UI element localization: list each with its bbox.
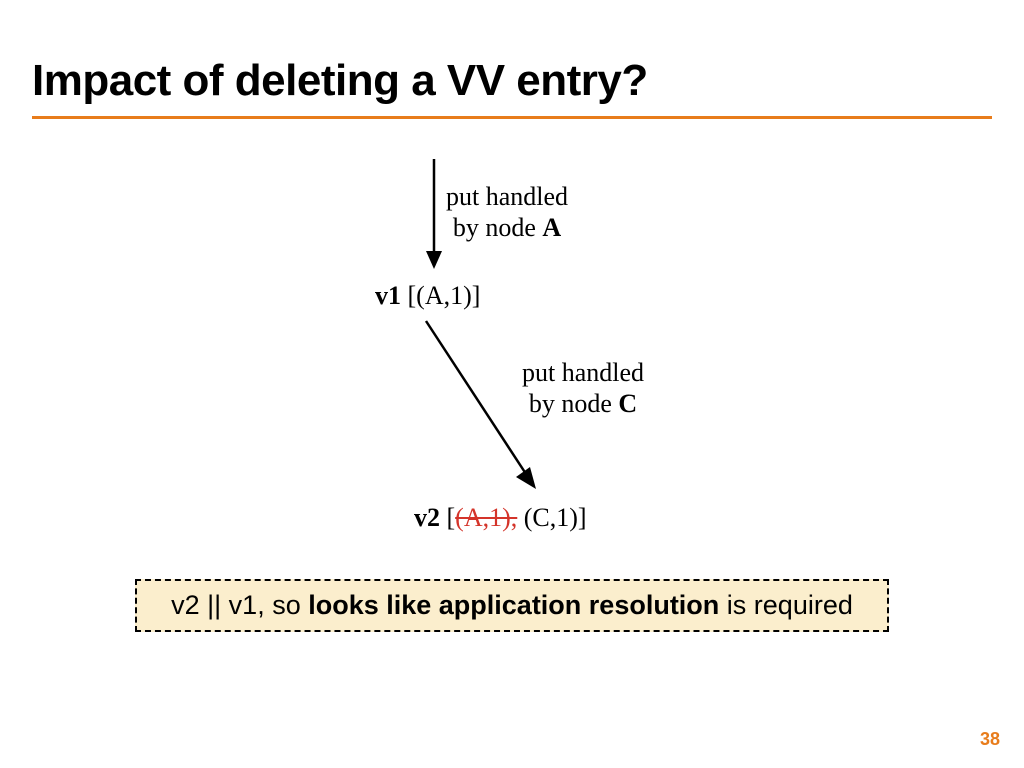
label-put-a-line1: put handled (446, 182, 568, 211)
label-put-c: put handled by node C (522, 357, 644, 419)
page-number: 38 (980, 729, 1000, 750)
callout-box: v2 || v1, so looks like application reso… (135, 579, 889, 632)
label-put-a-line2a: by node (453, 213, 543, 242)
v2-open-bracket: [ (440, 503, 455, 532)
v1-vector: [(A,1)] (401, 281, 480, 310)
v2-remaining: (C,1)] (517, 503, 586, 532)
v1-entry: v1 [(A,1)] (375, 281, 480, 311)
v1-label: v1 (375, 281, 401, 310)
v2-entry: v2 [(A,1), (C,1)] (414, 503, 587, 533)
diagram-area: put handled by node A v1 [(A,1)] put han… (0, 119, 1024, 659)
label-put-c-line1: put handled (522, 358, 644, 387)
label-put-c-line2a: by node (529, 389, 619, 418)
v2-deleted-entry: (A,1), (455, 503, 517, 532)
arrow-down-icon (424, 159, 444, 269)
callout-emphasis: looks like application resolution (308, 590, 719, 620)
callout-post: is required (719, 590, 853, 620)
label-put-a-node: A (542, 213, 561, 242)
v2-label: v2 (414, 503, 440, 532)
slide-title: Impact of deleting a VV entry? (0, 0, 1024, 116)
callout-pre: v2 || v1, so (171, 590, 308, 620)
label-put-a: put handled by node A (446, 181, 568, 243)
label-put-c-node: C (618, 389, 637, 418)
